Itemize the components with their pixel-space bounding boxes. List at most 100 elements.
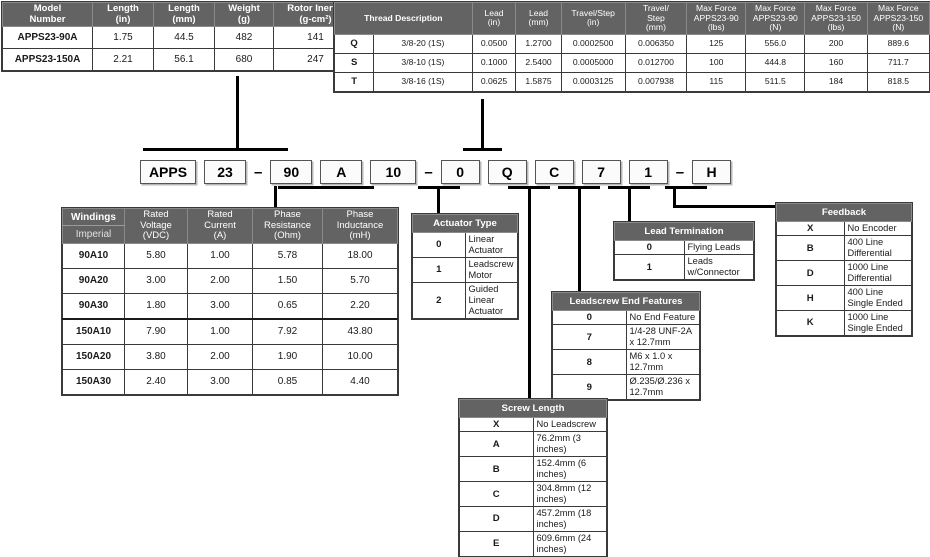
option-key: X: [776, 220, 845, 237]
option-value: Leadscrew Motor: [464, 256, 518, 283]
cell-thread-code: Q: [333, 33, 375, 54]
col-maxforce-90-n-line1: Max Force: [755, 3, 796, 13]
connector-actuator-vertical: [437, 186, 440, 215]
cell-inductance: 5.70: [322, 267, 398, 294]
list-item: B 400 Line Differential: [776, 235, 912, 262]
cell-current: 3.00: [187, 368, 253, 395]
cell-travel-step-in: 0.0005000: [560, 52, 626, 73]
thread-table-body: Q 3/8-20 (1S) 0.0500 1.2700 0.0002500 0.…: [333, 33, 930, 92]
col-phase-inductance-line3: (mH): [349, 230, 371, 242]
endfeat-table-body: 0 No End Feature 7 1/4-28 UNF-2A x 12.7m…: [552, 309, 700, 401]
list-item: C 304.8mm (12 inches): [459, 481, 607, 508]
col-weight-line2: (g): [237, 13, 251, 25]
option-value: 1000 Line Single Ended: [843, 310, 912, 337]
table-row: 90A10 5.80 1.00 5.78 18.00: [62, 242, 398, 269]
lead-termination-title: Lead Termination: [614, 222, 754, 241]
col-phase-inductance-line2: Inductance: [336, 219, 384, 231]
col-rated-voltage-line1: Rated: [143, 209, 169, 220]
list-item: 0 Flying Leads: [614, 239, 754, 256]
option-key: 0: [552, 309, 627, 326]
part-number-builder: APPS 23 – 90 A 10 – 0 Q C 7 1 – H: [140, 160, 739, 184]
option-value: 304.8mm (12 inches): [532, 481, 607, 508]
pn-dash-3: –: [675, 163, 685, 181]
col-lead-in-line2: (in): [487, 17, 501, 28]
col-windings-imperial: Imperial: [62, 225, 125, 244]
pn-box-feedback[interactable]: H: [692, 160, 732, 184]
option-key: A: [459, 431, 534, 458]
cell-resistance: 1.90: [252, 343, 323, 370]
table-row: S 3/8-10 (1S) 0.1000 2.5400 0.0005000 0.…: [333, 52, 930, 73]
col-thread-description: Thread Description: [334, 2, 473, 35]
cell-resistance: 5.78: [252, 242, 323, 269]
table-header-row: Actuator Type: [412, 214, 518, 233]
table-row: APPS23-90A 1.75 44.5 482 141: [2, 26, 358, 50]
option-key: K: [776, 310, 845, 337]
connector-thread-horizontal: [463, 148, 502, 151]
col-maxforce-150-lbs-line3: (lbs): [827, 22, 845, 33]
option-value: 1000 Line Differential: [843, 260, 912, 287]
feedback-title: Feedback: [776, 203, 912, 222]
col-travel-step-mm: Travel/ Step (mm): [624, 2, 688, 35]
col-maxforce-150-n-line3: (N): [892, 22, 905, 33]
table-row: 150A20 3.80 2.00 1.90 10.00: [62, 343, 398, 370]
option-value: Linear Actuator: [464, 232, 518, 258]
pn-box-actuator-type[interactable]: 0: [440, 160, 480, 184]
table-row: APPS23-150A 2.21 56.1 680 247: [2, 48, 358, 72]
pn-box-frame[interactable]: 23: [204, 160, 246, 184]
col-maxforce-150-n: Max Force APPS23-150 (N): [866, 2, 930, 35]
option-key: H: [776, 285, 845, 312]
pn-box-thread[interactable]: Q: [487, 160, 527, 184]
option-value: 400 Line Single Ended: [843, 285, 912, 312]
table-row: 90A20 3.00 2.00 1.50 5.70: [62, 267, 398, 294]
pn-box-winding-code[interactable]: 10: [370, 160, 417, 184]
option-value: M6 x 1.0 x 12.7mm: [625, 349, 700, 376]
list-item: X No Leadscrew: [459, 416, 607, 433]
pn-box-winding-letter[interactable]: A: [320, 160, 363, 184]
cell-inductance: 4.40: [322, 368, 398, 395]
pn-box-end-feature[interactable]: 7: [581, 160, 621, 184]
pn-box-apps[interactable]: APPS: [140, 160, 196, 184]
list-item: 1 Leads w/Connector: [614, 254, 754, 281]
cell-resistance: 1.50: [252, 267, 323, 294]
list-item: 2 Guided Linear Actuator: [412, 281, 518, 319]
feedback-table-body: X No Encoder B 400 Line Differential D 1…: [776, 220, 912, 337]
col-phase-resistance: Phase Resistance (Ohm): [252, 208, 323, 244]
connector-feedback-horizontal2: [673, 205, 779, 208]
col-length-mm-line1: Length: [168, 3, 200, 14]
cell-length-mm: 44.5: [153, 26, 215, 50]
cell-resistance: 7.92: [252, 317, 323, 345]
option-key: 1: [614, 254, 685, 281]
cell-current: 2.00: [187, 267, 253, 294]
option-value: No Leadscrew: [532, 416, 607, 433]
cell-voltage: 2.40: [124, 368, 188, 395]
actuator-table-body: 0 Linear Actuator 1 Leadscrew Motor 2 Gu…: [412, 232, 518, 319]
pn-box-lead-termination[interactable]: 1: [628, 160, 668, 184]
table-row: 90A30 1.80 3.00 0.65 2.20: [62, 292, 398, 320]
cell-resistance: 0.65: [252, 292, 323, 320]
col-maxforce-90-n-line3: (N): [769, 22, 782, 33]
cell-lead-in: 0.0500: [471, 33, 517, 54]
cell-inductance: 2.20: [322, 292, 398, 320]
cell-voltage: 3.00: [124, 267, 188, 294]
col-windings: Windings: [62, 207, 125, 227]
cell-current: 2.00: [187, 343, 253, 370]
cell-travel-step-in: 0.0002500: [560, 33, 626, 54]
option-key: D: [459, 506, 534, 533]
table-header-row: Screw Length: [459, 399, 607, 418]
list-item: B 152.4mm (6 inches): [459, 456, 607, 483]
pn-box-screw-length[interactable]: C: [534, 160, 574, 184]
connector-model-vertical: [236, 76, 239, 148]
connector-leadterm-vertical: [628, 186, 631, 223]
col-model-number: Model Number: [2, 1, 93, 28]
cell-winding-label: 90A30: [62, 292, 125, 320]
option-key: 8: [552, 349, 627, 376]
col-rated-current: Rated Current (A): [187, 208, 253, 244]
pn-box-winding-size[interactable]: 90: [270, 160, 313, 184]
cell-maxforce-150-lbs: 184: [804, 71, 868, 92]
leadterm-table-body: 0 Flying Leads 1 Leads w/Connector: [614, 239, 754, 281]
cell-maxforce-150-n: 818.5: [866, 71, 930, 92]
cell-winding-label: 150A30: [62, 368, 125, 395]
col-length-in-line2: (in): [115, 13, 131, 25]
col-model-number-line1: Model: [33, 3, 62, 14]
model-number-table: Model Number Length (in) Length (mm) Wei…: [1, 0, 359, 73]
